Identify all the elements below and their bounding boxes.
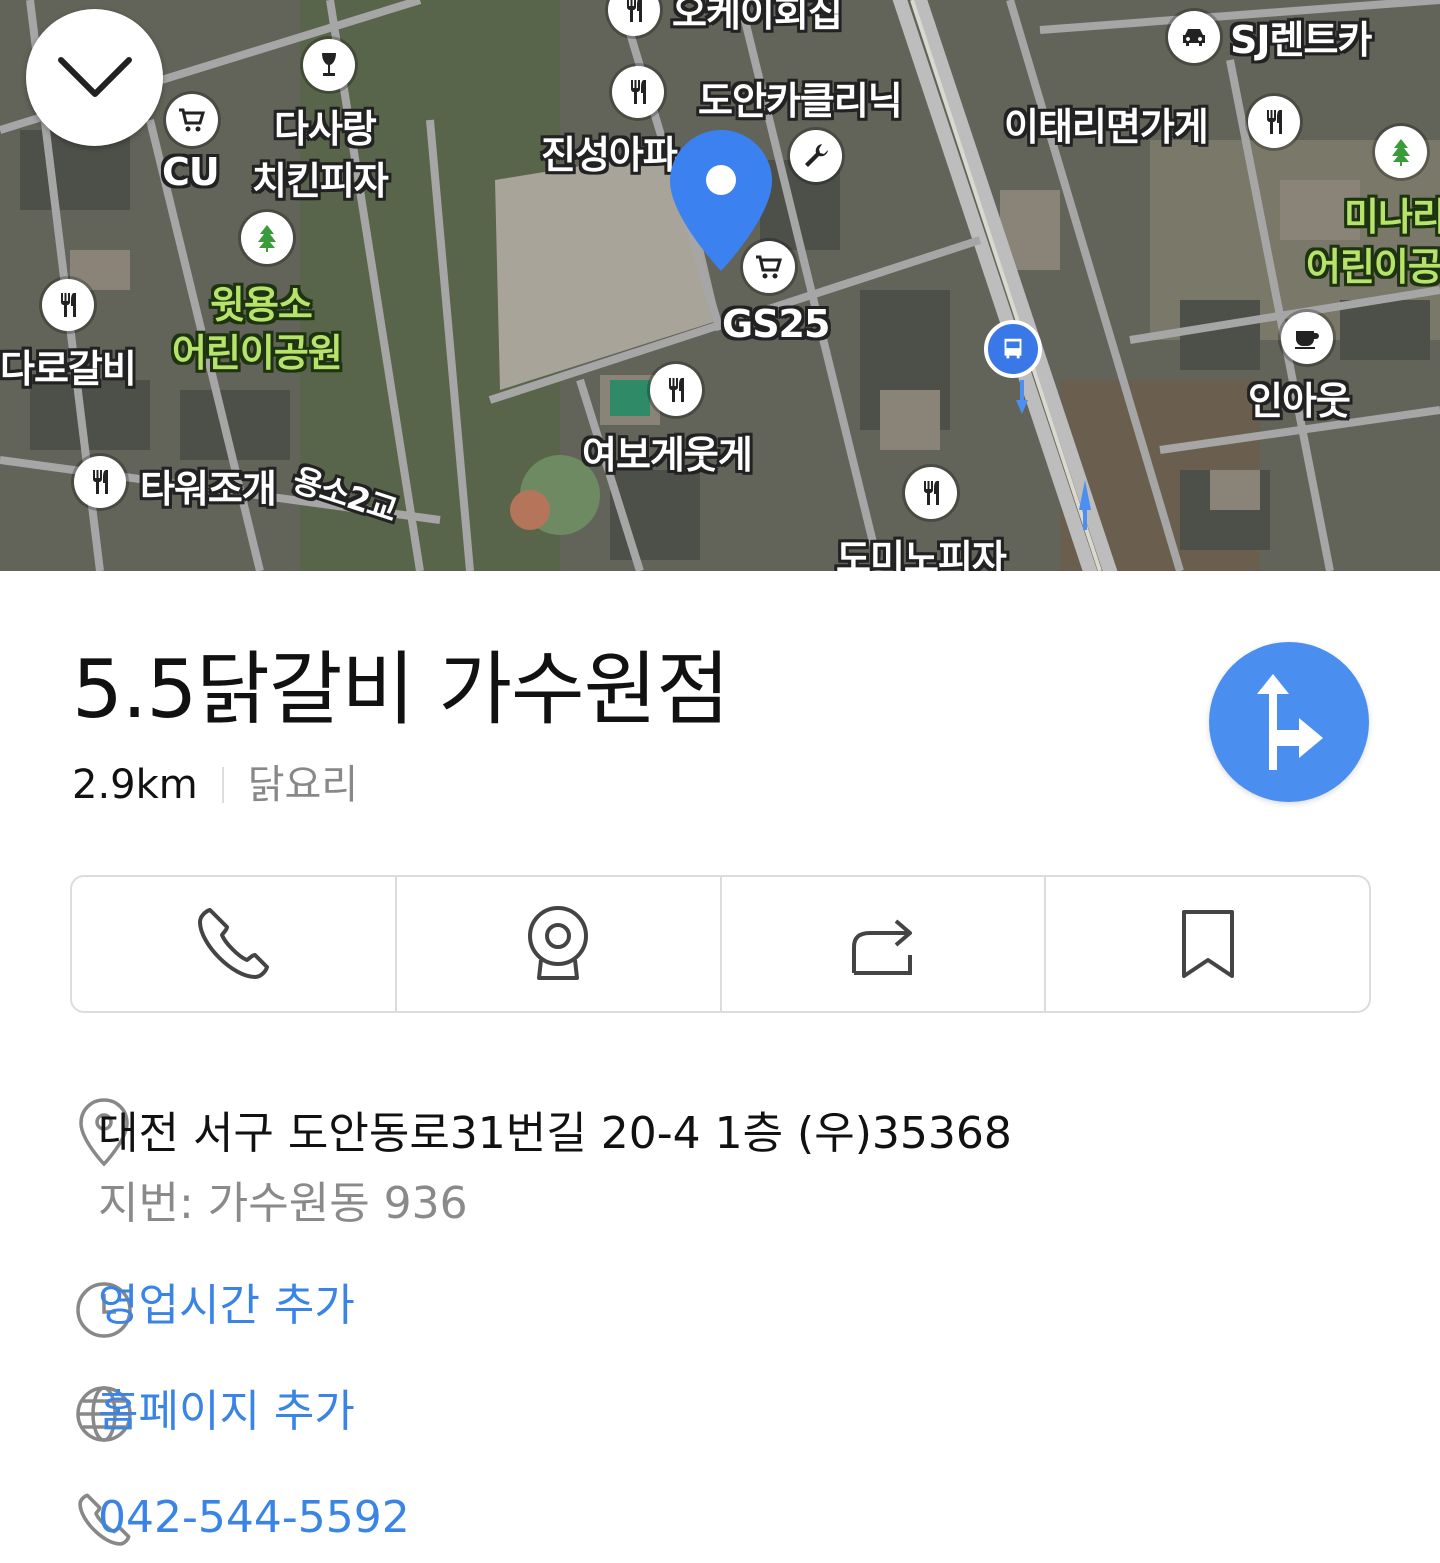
map-label[interactable]: 미나리 [1344,186,1440,241]
map-label[interactable]: 타워조개 [140,458,277,513]
bar-icon[interactable] [303,39,355,91]
map-label[interactable]: 진성아파 [541,124,678,179]
map-label[interactable]: 도안카클리닉 [698,70,903,125]
map-view[interactable]: 오케이회집 SJ렌트카 다사랑 치킨피자 CU 도안카클리닉 진성아파 이태리면… [0,0,1440,571]
phone-link[interactable]: 042-544-5592 [98,1488,410,1548]
category-text: 닭요리 [247,762,359,808]
car-icon [1183,29,1205,46]
fork-knife-icon [924,481,939,505]
add-homepage-link[interactable]: 홈페이지 추가 [98,1382,355,1442]
distance-text: 2.9km [72,762,198,808]
map-label[interactable]: 어린이공 [1306,236,1440,291]
share-button[interactable] [722,877,1047,1011]
phone-icon [198,908,270,979]
map-label[interactable]: 치킨피자 [252,150,389,205]
tree-icon [258,225,276,252]
address-text: 대전 서구 도안동로31번길 20-4 1층 (우)35368 [98,1108,1012,1159]
street-view-button[interactable] [397,877,722,1011]
map-label[interactable]: 여보게웃게 [582,424,753,479]
fork-knife-icon [1267,110,1282,134]
fork-knife-icon [631,80,646,104]
map-label[interactable]: 이태리면가게 [1004,96,1209,151]
divider [221,767,224,803]
place-title: 5.5닭갈비 가수원점 [72,643,730,736]
restaurant-icon[interactable] [905,467,957,519]
restaurant-icon[interactable] [650,364,702,416]
fork-knife-icon [61,293,76,317]
share-icon [851,919,912,975]
lot-address-text: 지번: 가수원동 936 [98,1178,468,1229]
car-repair-icon[interactable] [790,130,842,182]
bus-stop-icon[interactable] [984,320,1042,378]
fork-knife-icon [93,470,108,494]
add-hours-link[interactable]: 영업시간 추가 [98,1276,355,1336]
map-label[interactable]: 다로갈비 [0,338,137,393]
collapse-button[interactable] [26,9,163,146]
map-label[interactable]: 윗용소 [210,274,313,329]
map-label[interactable]: 어린이공원 [172,322,343,377]
place-meta: 2.9km 닭요리 [72,757,358,813]
bookmark-icon [1181,910,1234,978]
fork-knife-icon [669,378,684,402]
restaurant-icon[interactable] [42,279,94,331]
turn-right-arrow-icon [1257,674,1323,770]
location-pin-icon [670,130,772,271]
map-label[interactable]: GS25 [722,302,830,346]
map-label[interactable]: 인아웃 [1248,370,1351,425]
convenience-store-icon[interactable] [166,94,218,146]
restaurant-icon[interactable] [1248,96,1300,148]
tree-icon [1392,139,1410,166]
chevron-down-icon [57,56,132,97]
call-button[interactable] [72,877,397,1011]
cafe-icon[interactable] [1281,312,1333,364]
map-label[interactable]: 도미노피자 [836,528,1007,571]
save-button[interactable] [1046,877,1369,1011]
park-icon[interactable] [241,212,293,264]
park-icon[interactable] [1375,126,1427,178]
restaurant-icon[interactable] [74,456,126,508]
map-label[interactable]: SJ렌트카 [1230,9,1372,64]
wine-glass-icon [322,53,336,76]
directions-button[interactable] [1209,642,1369,802]
fork-knife-icon [627,0,642,22]
action-bar [70,875,1371,1013]
camera-icon [528,906,589,980]
coffee-cup-icon [1295,331,1319,349]
map-label[interactable]: CU [162,150,220,194]
shopping-cart-icon [179,108,206,132]
map-label[interactable]: 오케이회집 [672,0,843,37]
bus-icon [1004,338,1022,359]
restaurant-icon[interactable] [612,66,664,118]
car-rental-icon[interactable] [1168,11,1220,63]
map-label[interactable]: 다사랑 [274,98,377,153]
wrench-icon [805,144,828,167]
